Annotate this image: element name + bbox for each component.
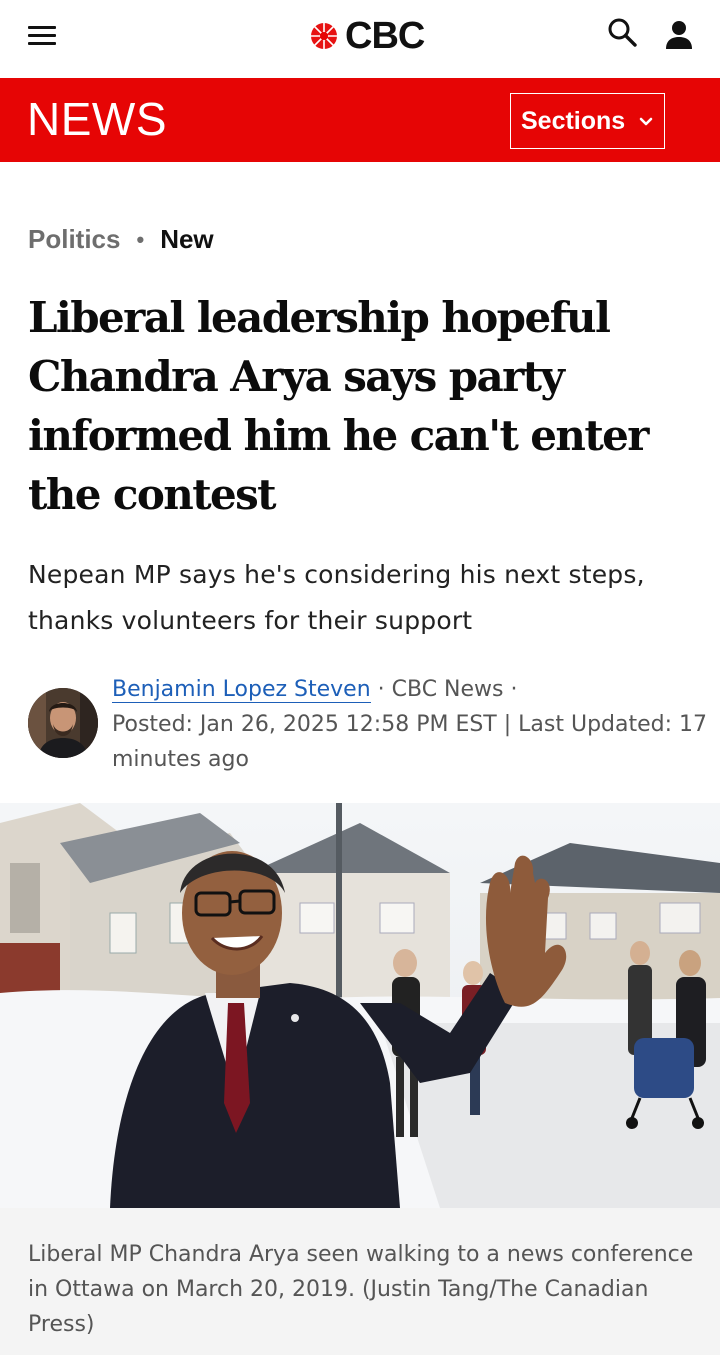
category-link[interactable]: Politics [28, 224, 120, 255]
chevron-down-icon [639, 117, 653, 126]
sections-button[interactable]: Sections [510, 93, 665, 149]
hero-image[interactable] [0, 803, 720, 1208]
article-deck: Nepean MP says he's considering his next… [28, 560, 645, 635]
author-portrait-image [28, 688, 98, 758]
article-kicker: Politics • New [28, 224, 214, 255]
byline-text: Benjamin Lopez Steven · CBC News · Poste… [112, 672, 712, 777]
news-section-bar: NEWS Sections [0, 78, 720, 162]
logo-text: CBC [345, 15, 425, 57]
article-headline: Liberal leadership hopeful Chandra Arya … [28, 293, 649, 519]
cbc-gem-icon [310, 22, 338, 50]
image-caption: Liberal MP Chandra Arya seen walking to … [28, 1242, 694, 1337]
account-icon[interactable] [662, 18, 696, 52]
top-bar: CBC [0, 0, 720, 78]
hamburger-menu-icon[interactable] [28, 26, 56, 46]
new-flag: New [160, 224, 214, 254]
outlet-label: · CBC News · [370, 677, 518, 702]
kicker-separator: • [136, 226, 145, 252]
cbc-logo[interactable]: CBC [307, 14, 425, 58]
news-title[interactable]: NEWS [27, 96, 167, 142]
posted-timestamp: Posted: Jan 26, 2025 12:58 PM EST | Last… [112, 712, 707, 772]
author-avatar[interactable] [28, 688, 98, 758]
hero-photo-illustration [0, 803, 720, 1208]
sections-label: Sections [521, 106, 626, 135]
search-icon[interactable] [606, 16, 640, 50]
author-link[interactable]: Benjamin Lopez Steven [112, 677, 371, 703]
